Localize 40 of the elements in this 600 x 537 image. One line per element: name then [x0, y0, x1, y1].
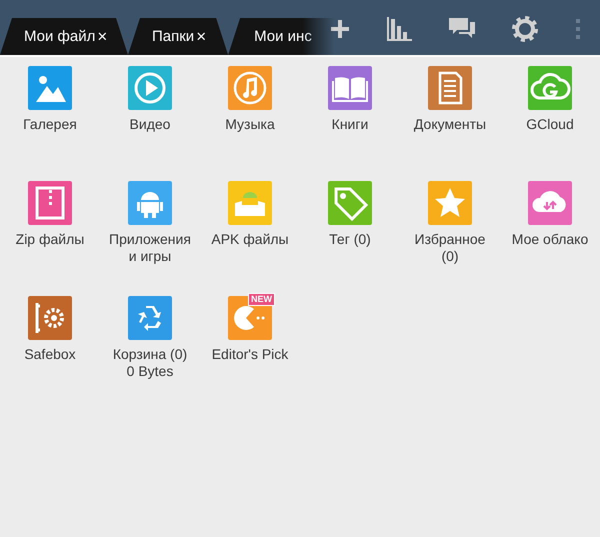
zip-icon[interactable] [28, 181, 72, 225]
game-icon[interactable] [228, 296, 272, 340]
item-label[interactable]: Zip файлы [5, 231, 95, 248]
item-label[interactable]: Safebox [5, 346, 95, 363]
item-label[interactable]: Editor's Pick [205, 346, 295, 363]
new-badge: NEW [248, 293, 275, 306]
item-label[interactable]: Тег (0) [305, 231, 395, 248]
overflow-menu-icon[interactable] [575, 18, 582, 38]
recycle-icon[interactable] [128, 296, 172, 340]
item-label[interactable]: Документы [405, 116, 495, 133]
item-label[interactable]: Музыка [205, 116, 295, 133]
documents-icon[interactable] [428, 66, 472, 110]
item-label[interactable]: GCloud [505, 116, 595, 133]
item-label[interactable]: Избранное (0) [405, 231, 495, 265]
tab-label[interactable]: Папки [152, 28, 194, 45]
video-icon[interactable] [128, 66, 172, 110]
bar-chart-icon[interactable] [386, 16, 412, 40]
safe-icon[interactable] [28, 296, 72, 340]
gcloud-icon[interactable] [528, 66, 572, 110]
chat-icon[interactable] [448, 18, 475, 40]
gallery-icon[interactable] [28, 66, 72, 110]
tag-icon[interactable] [328, 181, 372, 225]
tab-label[interactable]: Мои файл [24, 28, 96, 45]
close-icon[interactable]: × [196, 26, 206, 46]
item-label[interactable]: Корзина (0) [105, 346, 195, 363]
settings-icon[interactable] [512, 16, 538, 42]
item-label[interactable]: Видео [105, 116, 195, 133]
books-icon[interactable] [328, 66, 372, 110]
apk-icon[interactable] [228, 181, 272, 225]
item-label[interactable]: Мое облако [505, 231, 595, 248]
close-icon[interactable]: × [97, 26, 108, 46]
item-label[interactable]: Приложения и игры [105, 231, 195, 265]
item-label[interactable]: Галерея [5, 116, 95, 133]
size-label: 0 Bytes [126, 363, 174, 380]
music-icon[interactable] [228, 66, 272, 110]
android-icon[interactable] [128, 181, 172, 225]
cloud-icon[interactable] [528, 181, 572, 225]
tab[interactable]: Мои инс [228, 18, 334, 55]
item-label[interactable]: APK файлы [205, 231, 295, 248]
item-label[interactable]: Книги [305, 116, 395, 133]
